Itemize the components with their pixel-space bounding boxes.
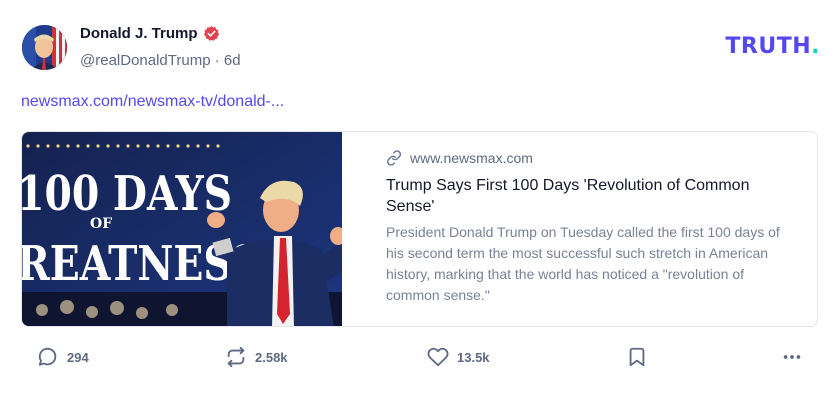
link-preview-body[interactable]: www.newsmax.com Trump Says First 100 Day… [342, 132, 817, 326]
image-text-100-days: 100 DAYS [22, 166, 232, 222]
post-timestamp[interactable]: 6d [224, 52, 241, 69]
avatar[interactable] [22, 25, 67, 70]
like-count: 13.5k [457, 349, 490, 365]
reply-count: 294 [67, 349, 89, 365]
truth-post: Donald J. Trump @realDonaldTrump · 6d TR… [0, 0, 840, 406]
link-preview-title[interactable]: Trump Says First 100 Days 'Revolution of… [386, 175, 797, 217]
like-button[interactable]: 13.5k [427, 346, 490, 368]
truth-social-logo[interactable]: TRUTH. [725, 34, 820, 59]
link-preview-card[interactable]: 100 DAYS OF REATNESS www.newsmax.com Tru… [21, 131, 818, 327]
reply-icon [38, 347, 57, 366]
verified-badge-icon [203, 26, 219, 41]
brand-name: TRUTH [725, 34, 812, 59]
post-link[interactable]: newsmax.com/newsmax-tv/donald-... [21, 93, 284, 111]
heart-icon [427, 347, 449, 367]
repost-icon [227, 346, 245, 368]
more-options-button[interactable] [781, 346, 803, 368]
reply-button[interactable]: 294 [37, 346, 89, 368]
more-options-icon [783, 355, 801, 359]
link-icon [387, 150, 401, 166]
post-actions-bar: 294 2.58k 13.5k [0, 346, 840, 378]
author-handle-line: @realDonaldTrump · 6d [80, 52, 241, 69]
link-preview-domain: www.newsmax.com [410, 150, 533, 166]
link-preview-domain-row: www.newsmax.com [386, 150, 797, 166]
repost-button[interactable]: 2.58k [225, 346, 288, 368]
separator-dot: · [214, 52, 220, 69]
image-text-of: OF [90, 216, 112, 232]
bookmark-button[interactable] [626, 346, 648, 368]
brand-dot: . [811, 34, 820, 59]
repost-count: 2.58k [255, 349, 288, 365]
author-display-name[interactable]: Donald J. Trump [80, 25, 198, 42]
author-handle[interactable]: @realDonaldTrump [80, 52, 211, 69]
author-name-row[interactable]: Donald J. Trump [80, 25, 220, 42]
link-preview-description: President Donald Trump on Tuesday called… [386, 224, 780, 303]
bookmark-icon [629, 347, 645, 367]
link-preview-image[interactable]: 100 DAYS OF REATNESS [22, 132, 342, 326]
